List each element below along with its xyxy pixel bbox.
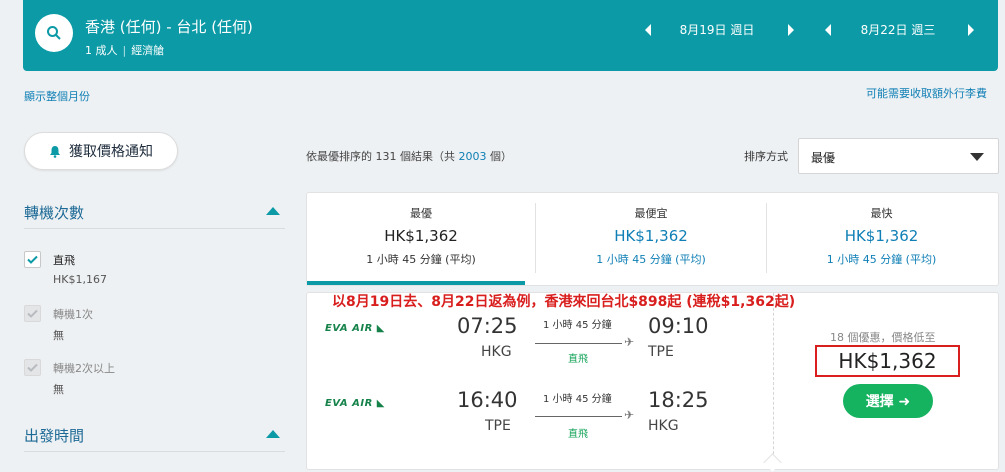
stops-direct-checkbox[interactable] [24,251,41,268]
outbound-direct-label: 直飛 [568,354,588,365]
stops-two-plus-checkbox [24,359,41,376]
tab-best-duration: 1 小時 45 分鐘 (平均) [366,253,476,266]
airline-name: EVA AIR [325,398,373,409]
passenger-cabin: 1 成人 | 經濟艙 [85,44,165,57]
plane-icon: ✈ [624,335,635,349]
return-prev-date-arrow-icon[interactable] [825,24,831,36]
inbound-route-line [535,416,622,417]
bell-icon [50,145,60,158]
check-icon [27,309,38,318]
tab-cheapest-title: 最便宜 [634,207,668,220]
stops-one-label: 轉機1次 [53,308,93,321]
depart-time-divider [24,451,285,452]
tab-cheapest-price: HK$1,362 [614,227,688,245]
return-date[interactable]: 8月22日 週三 [848,21,948,38]
stops-direct-price: HK$1,167 [53,273,107,286]
promo-annotation: 以8月19日去、8月22日返為例，香港來回台北$898起 (連稅$1,362起) [332,294,796,310]
collapse-stops-icon[interactable] [266,207,280,215]
stops-two-plus-price: 無 [53,383,64,396]
result-count-prefix: 依最優排序的 [306,150,376,163]
tab-fastest-price: HK$1,362 [844,227,919,245]
price-alert-label: 獲取價格通知 [69,144,153,160]
return-next-date-arrow-icon[interactable] [968,24,974,36]
airline-name: EVA AIR [325,323,373,334]
stops-two-plus-label: 轉機2次以上 [53,362,115,375]
check-icon [27,363,38,372]
cabin-class: 經濟艙 [131,44,165,57]
outbound-depart-time: 07:25 [457,314,518,338]
inbound-depart-time: 16:40 [457,388,518,412]
sort-tabs: 最優 HK$1,362 1 小時 45 分鐘 (平均) 最便宜 HK$1,362… [306,192,999,286]
tab-best-price: HK$1,362 [384,227,458,245]
stops-one-price: 無 [53,329,64,342]
outbound-arrive-airport: TPE [648,344,674,360]
outbound-route-line [535,343,622,344]
search-header[interactable]: 香港 (任何) - 台北 (任何) 1 成人 | 經濟艙 8月19日 週日 8月22… [23,0,998,71]
check-icon [27,255,38,264]
lowest-price: HK$1,362 [815,345,960,377]
select-flight-button[interactable]: 選擇 ➜ [843,384,933,418]
collapse-depart-time-icon[interactable] [266,430,280,438]
sort-value: 最優 [811,151,836,165]
plane-icon: ✈ [624,408,635,422]
tab-active-indicator [307,281,525,285]
search-icon [47,26,61,40]
price-alert-button[interactable]: 獲取價格通知 [24,132,178,170]
tab-best[interactable]: 最優 HK$1,362 1 小時 45 分鐘 (平均) [307,193,535,285]
result-count: 依最優排序的 131 個結果（共 2003 個） [306,148,512,164]
inbound-duration: 1 小時 45 分鐘 [543,394,612,405]
search-button[interactable] [35,14,73,52]
baggage-fee-link[interactable]: 可能需要收取額外行李費 [866,85,987,101]
eva-air-logo: EVA AIR ◣ [325,398,385,409]
tab-fastest-title: 最快 [870,207,893,220]
show-month-link[interactable]: 顯示整個月份 [24,88,90,104]
depart-time-section-title[interactable]: 出發時間 [24,425,84,446]
depart-next-date-arrow-icon[interactable] [788,24,794,36]
outbound-depart-airport: HKG [481,344,512,360]
chevron-down-icon [970,153,984,161]
stops-section-title[interactable]: 轉機次數 [24,202,84,223]
sort-select[interactable]: 最優 [798,138,999,174]
result-total-number: 2003 [458,150,487,163]
inbound-arrive-airport: HKG [648,418,679,434]
deals-count: 18 個優惠，價格低至 [830,331,936,344]
depart-date[interactable]: 8月19日 週日 [667,21,767,38]
tab-best-title: 最優 [410,207,432,220]
result-count-suffix: 個） [486,150,512,163]
passenger-count: 1 成人 [85,44,118,57]
stops-divider [24,228,285,229]
stops-one-checkbox [24,305,41,322]
tab-cheapest-duration: 1 小時 45 分鐘 (平均) [596,253,706,266]
inbound-depart-airport: TPE [485,418,511,434]
outbound-arrive-time: 09:10 [648,314,709,338]
inbound-arrive-time: 18:25 [648,388,709,412]
result-count-mid: 個結果（共 [396,150,459,163]
result-count-number: 131 [375,150,397,163]
sort-label: 排序方式 [744,150,788,163]
card-divider [773,293,775,469]
tab-fastest[interactable]: 最快 HK$1,362 1 小時 45 分鐘 (平均) [767,193,996,285]
outbound-duration: 1 小時 45 分鐘 [543,320,612,331]
route-text: 香港 (任何) - 台北 (任何) [85,18,253,36]
tab-fastest-duration: 1 小時 45 分鐘 (平均) [826,253,937,266]
stops-direct-label: 直飛 [53,254,75,267]
tab-cheapest[interactable]: 最便宜 HK$1,362 1 小時 45 分鐘 (平均) [536,193,766,285]
eva-air-logo: EVA AIR ◣ [325,323,385,334]
depart-prev-date-arrow-icon[interactable] [645,24,651,36]
inbound-direct-label: 直飛 [568,429,588,440]
